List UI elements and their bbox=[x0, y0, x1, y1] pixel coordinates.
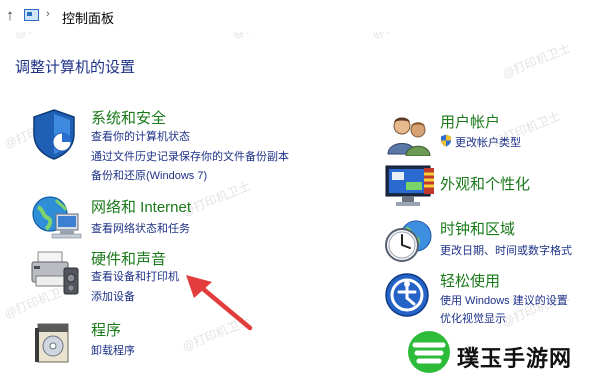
printer-icon[interactable] bbox=[30, 248, 80, 298]
category-system-security: 系统和安全 查看你的计算机状态 通过文件历史记录保存你的文件备份副本 备份和还原… bbox=[0, 100, 330, 190]
category-appearance-personalization: 外观和个性化 bbox=[382, 160, 600, 208]
category-title-system-security[interactable]: 系统和安全 bbox=[91, 107, 166, 128]
brand-logo-icon bbox=[408, 331, 450, 373]
breadcrumb-separator-icon[interactable]: › bbox=[46, 8, 50, 20]
control-panel-icon bbox=[24, 9, 39, 21]
page-title: 调整计算机的设置 bbox=[15, 59, 136, 76]
breadcrumb-control-panel[interactable]: 控制面板 bbox=[62, 8, 114, 27]
programs-disc-icon[interactable] bbox=[34, 318, 74, 366]
link-add-device[interactable]: 添加设备 bbox=[91, 288, 135, 304]
category-programs: 程序 卸载程序 bbox=[0, 310, 330, 370]
link-backup-restore[interactable]: 备份和还原(Windows 7) bbox=[91, 167, 207, 183]
network-globe-icon[interactable] bbox=[30, 192, 82, 240]
link-view-network-status[interactable]: 查看网络状态和任务 bbox=[91, 220, 190, 236]
category-title-user-accounts[interactable]: 用户帐户 bbox=[440, 111, 500, 132]
link-change-date-time-format[interactable]: 更改日期、时间或数字格式 bbox=[440, 242, 572, 258]
category-clock-region: 时钟和区域 更改日期、时间或数字格式 bbox=[382, 214, 600, 264]
user-accounts-icon[interactable] bbox=[384, 112, 434, 156]
up-arrow-button[interactable]: ↑ bbox=[2, 7, 18, 25]
annotation-arrow bbox=[186, 275, 253, 331]
category-title-clock-region[interactable]: 时钟和区域 bbox=[440, 218, 515, 239]
category-ease-of-access: 轻松使用 使用 Windows 建议的设置 优化视觉显示 bbox=[382, 266, 600, 328]
link-file-history-backup[interactable]: 通过文件历史记录保存你的文件备份副本 bbox=[91, 148, 289, 164]
watermark: @打印机卫士 bbox=[500, 40, 573, 81]
category-title-hardware-sound[interactable]: 硬件和声音 bbox=[91, 248, 166, 269]
link-view-devices-printers[interactable]: 查看设备和打印机 bbox=[91, 268, 179, 284]
category-title-programs[interactable]: 程序 bbox=[91, 319, 121, 340]
category-title-network-internet[interactable]: 网络和 Internet bbox=[91, 196, 191, 217]
category-network-internet: 网络和 Internet 查看网络状态和任务 bbox=[0, 190, 330, 240]
security-shield-icon[interactable] bbox=[30, 108, 78, 160]
link-optimize-visual-display[interactable]: 优化视觉显示 bbox=[440, 310, 506, 326]
ease-of-access-icon[interactable] bbox=[384, 272, 430, 318]
address-bar[interactable]: ↑ › 控制面板 bbox=[0, 0, 600, 32]
link-view-computer-status[interactable]: 查看你的计算机状态 bbox=[91, 128, 190, 144]
category-hardware-sound: 硬件和声音 查看设备和打印机 添加设备 bbox=[0, 242, 330, 307]
brand-watermark: 璞玉手游网 bbox=[405, 329, 595, 375]
link-change-account-type[interactable]: 更改帐户类型 bbox=[455, 134, 521, 150]
category-title-appearance-personalization[interactable]: 外观和个性化 bbox=[440, 173, 530, 194]
link-windows-recommended-settings[interactable]: 使用 Windows 建议的设置 bbox=[440, 292, 568, 308]
brand-name: 璞玉手游网 bbox=[457, 346, 573, 371]
clock-globe-icon[interactable] bbox=[384, 218, 434, 264]
link-uninstall-program[interactable]: 卸载程序 bbox=[91, 342, 135, 358]
category-title-ease-of-access[interactable]: 轻松使用 bbox=[440, 270, 500, 291]
uac-shield-icon bbox=[441, 134, 451, 147]
category-user-accounts: 用户帐户 更改帐户类型 bbox=[382, 108, 600, 160]
appearance-monitor-icon[interactable] bbox=[384, 164, 436, 208]
